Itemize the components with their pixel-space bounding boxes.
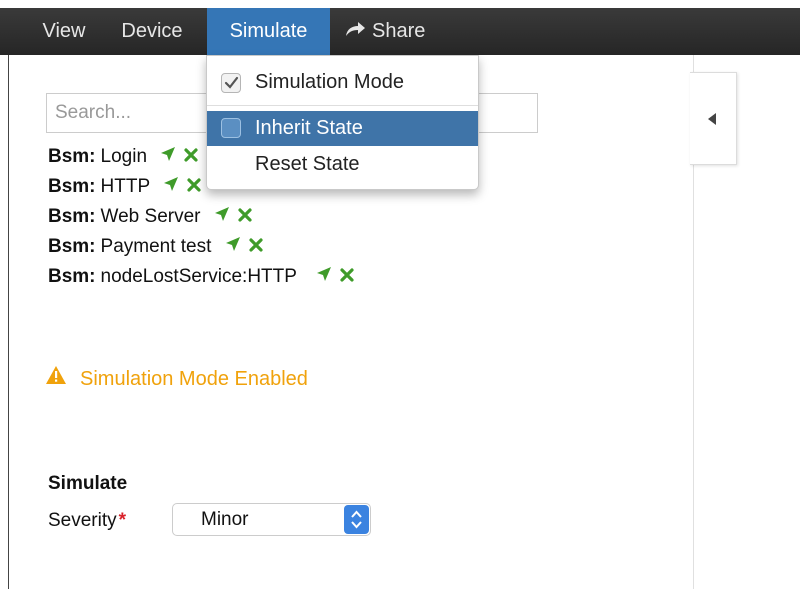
nav-share-label: Share — [372, 20, 426, 42]
nav-share[interactable]: Share — [344, 8, 454, 55]
bsm-prefix: Bsm: — [48, 176, 96, 198]
list-item: Bsm: Payment test — [48, 232, 354, 262]
warning-triangle-icon — [46, 364, 66, 392]
locate-arrow-icon[interactable] — [163, 172, 179, 202]
bsm-name: Login — [100, 146, 148, 168]
bsm-prefix: Bsm: — [48, 206, 96, 228]
remove-x-icon[interactable] — [184, 142, 198, 172]
checkbox-unchecked-icon — [221, 118, 241, 138]
list-item: Bsm: Web Server — [48, 202, 354, 232]
locate-arrow-icon[interactable] — [225, 232, 241, 262]
severity-select[interactable]: Minor — [172, 503, 371, 536]
menu-item-label: Simulation Mode — [255, 71, 404, 93]
nav-simulate[interactable]: Simulate — [207, 8, 330, 55]
menu-item-inherit-state[interactable]: Inherit State — [207, 111, 478, 146]
severity-value: Minor — [201, 509, 249, 530]
checkbox-checked-icon — [221, 73, 241, 93]
bsm-name: Web Server — [100, 206, 201, 228]
severity-label-text: Severity — [48, 510, 117, 531]
bsm-prefix: Bsm: — [48, 266, 96, 288]
remove-x-icon[interactable] — [340, 262, 354, 292]
nav-view[interactable]: View — [33, 8, 95, 55]
severity-label: Severity * — [48, 510, 126, 532]
list-item: Bsm: nodeLostService:HTTP — [48, 262, 354, 292]
menu-item-label: Reset State — [255, 153, 360, 175]
top-navbar: View Device Simulate Share — [0, 0, 800, 55]
collapse-panel-tab[interactable] — [690, 72, 737, 165]
required-mark: * — [118, 510, 127, 531]
menu-divider — [207, 105, 478, 106]
menu-item-label: Inherit State — [255, 117, 363, 139]
bsm-prefix: Bsm: — [48, 146, 96, 168]
menu-item-simulation-mode[interactable]: Simulation Mode — [207, 64, 478, 100]
caret-left-icon — [708, 113, 716, 125]
bsm-prefix: Bsm: — [48, 236, 96, 258]
menu-item-reset-state[interactable]: Reset State — [207, 148, 478, 182]
remove-x-icon[interactable] — [187, 172, 201, 202]
share-arrow-icon — [344, 8, 366, 55]
locate-arrow-icon[interactable] — [214, 202, 230, 232]
warning-text: Simulation Mode Enabled — [80, 368, 308, 390]
bsm-name: HTTP — [100, 176, 150, 198]
select-updown-icon — [344, 505, 369, 534]
simulate-heading: Simulate — [48, 473, 128, 494]
nav-device[interactable]: Device — [107, 8, 197, 55]
remove-x-icon[interactable] — [238, 202, 252, 232]
simulate-dropdown-menu: Simulation Mode Inherit State Reset Stat… — [206, 55, 479, 190]
bsm-name: Payment test — [100, 236, 212, 258]
remove-x-icon[interactable] — [249, 232, 263, 262]
simulation-warning: Simulation Mode Enabled — [46, 365, 308, 393]
bsm-name: nodeLostService:HTTP — [100, 266, 297, 288]
locate-arrow-icon[interactable] — [316, 262, 332, 292]
locate-arrow-icon[interactable] — [160, 142, 176, 172]
